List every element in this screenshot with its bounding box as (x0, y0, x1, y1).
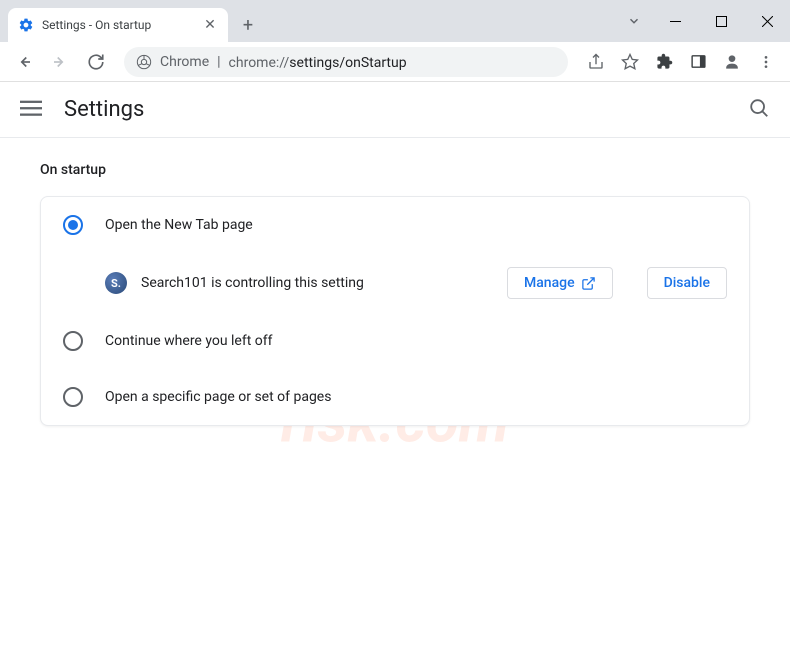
content-area: Settings On startup Open the New Tab pag… (0, 82, 790, 450)
omni-source-label: Chrome (160, 54, 209, 70)
option-label: Continue where you left off (105, 333, 273, 349)
maximize-button[interactable] (698, 5, 744, 37)
tab-title: Settings - On startup (42, 18, 194, 32)
address-bar[interactable]: Chrome | chrome://settings/onStartup (124, 47, 568, 77)
option-continue[interactable]: Continue where you left off (41, 313, 749, 369)
omni-divider: | (217, 54, 220, 70)
managed-by-extension-row: S. Search101 is controlling this setting… (41, 253, 749, 313)
omni-url-path: settings/onStartup (289, 55, 406, 71)
option-label: Open the New Tab page (105, 217, 253, 233)
toolbar-right (580, 46, 782, 78)
forward-button[interactable] (44, 46, 76, 78)
extension-favicon: S. (105, 272, 127, 294)
startup-options-card: Open the New Tab page S. Search101 is co… (40, 196, 750, 426)
share-icon[interactable] (580, 46, 612, 78)
external-link-icon (581, 276, 596, 291)
option-specific-pages[interactable]: Open a specific page or set of pages (41, 369, 749, 425)
side-panel-icon[interactable] (682, 46, 714, 78)
omni-url-prefix: chrome:// (229, 55, 290, 71)
radio-unselected-icon (63, 387, 83, 407)
settings-gear-icon (18, 17, 34, 33)
radio-selected-icon (63, 215, 83, 235)
page-title: Settings (64, 97, 728, 122)
manage-button[interactable]: Manage (507, 267, 613, 299)
menu-dots-icon[interactable] (750, 46, 782, 78)
tab-search-icon[interactable] (616, 14, 652, 28)
profile-avatar-icon[interactable] (716, 46, 748, 78)
close-window-button[interactable] (744, 5, 790, 37)
search-icon[interactable] (748, 97, 770, 123)
option-label: Open a specific page or set of pages (105, 389, 331, 405)
toolbar: Chrome | chrome://settings/onStartup (0, 42, 790, 82)
settings-header: Settings (0, 82, 790, 138)
extensions-icon[interactable] (648, 46, 680, 78)
hamburger-menu-icon[interactable] (20, 97, 44, 123)
radio-unselected-icon (63, 331, 83, 351)
disable-button-label: Disable (664, 275, 710, 291)
chrome-icon (136, 54, 152, 70)
page-body: On startup Open the New Tab page S. Sear… (0, 138, 790, 450)
option-new-tab[interactable]: Open the New Tab page (41, 197, 749, 253)
minimize-button[interactable] (652, 5, 698, 37)
bookmark-star-icon[interactable] (614, 46, 646, 78)
manage-button-label: Manage (524, 275, 575, 291)
new-tab-button[interactable]: + (234, 11, 262, 39)
managed-text: Search101 is controlling this setting (141, 275, 493, 291)
section-title: On startup (40, 162, 750, 178)
window-controls (616, 0, 790, 42)
browser-tab[interactable]: Settings - On startup ✕ (8, 8, 228, 42)
reload-button[interactable] (80, 46, 112, 78)
titlebar: Settings - On startup ✕ + (0, 0, 790, 42)
back-button[interactable] (8, 46, 40, 78)
tab-close-icon[interactable]: ✕ (202, 17, 218, 33)
disable-button[interactable]: Disable (647, 267, 727, 299)
